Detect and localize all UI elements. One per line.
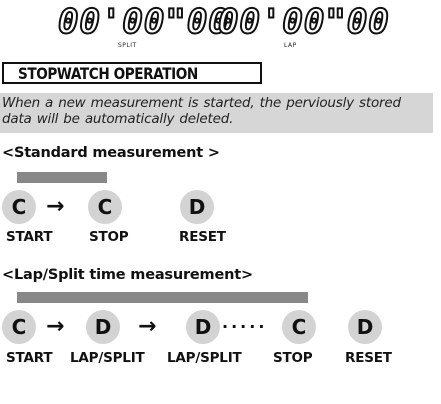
lapsplit-arrow-icon-1: → [46,314,65,339]
note-band: When a new measurement is started, the p… [0,93,433,133]
note-text: When a new measurement is started, the p… [2,95,401,127]
section-title-box: STOPWATCH OPERATION [2,62,262,84]
lapsplit-key-c-stop: C [282,310,316,344]
split-caption: SPLIT [118,42,137,49]
lapsplit-label-lapsplit-2: LAP/SPLIT [167,350,242,366]
lap-caption: LAP [284,42,297,49]
lapsplit-arrow-icon-2: → [138,314,157,339]
standard-heading: <Standard measurement > [2,145,220,161]
lapsplit-progress-bar [17,292,308,303]
lapsplit-label-stop: STOP [273,350,313,366]
lapsplit-label-start: START [6,350,53,366]
standard-progress-bar [17,172,107,183]
lapsplit-key-d-lapsplit-1: D [86,310,120,344]
split-time-display: 00'00"00 [57,2,230,42]
lapsplit-key-d-reset: D [348,310,382,344]
standard-key-d-reset: D [180,190,214,224]
lapsplit-key-c-start: C [2,310,36,344]
standard-key-c-start: C [2,190,36,224]
standard-label-reset: RESET [179,229,226,245]
standard-label-stop: STOP [89,229,129,245]
lap-time-display: 00'00"00 [217,2,390,42]
standard-label-start: START [6,229,53,245]
lapsplit-key-d-lapsplit-2: D [186,310,220,344]
standard-arrow-icon: → [46,194,65,219]
lapsplit-label-reset: RESET [345,350,392,366]
lapsplit-label-lapsplit-1: LAP/SPLIT [70,350,145,366]
section-title: STOPWATCH OPERATION [18,64,198,83]
lapsplit-heading: <Lap/Split time measurement> [2,267,253,283]
lapsplit-dots: ····· [222,317,268,336]
standard-key-c-stop: C [88,190,122,224]
